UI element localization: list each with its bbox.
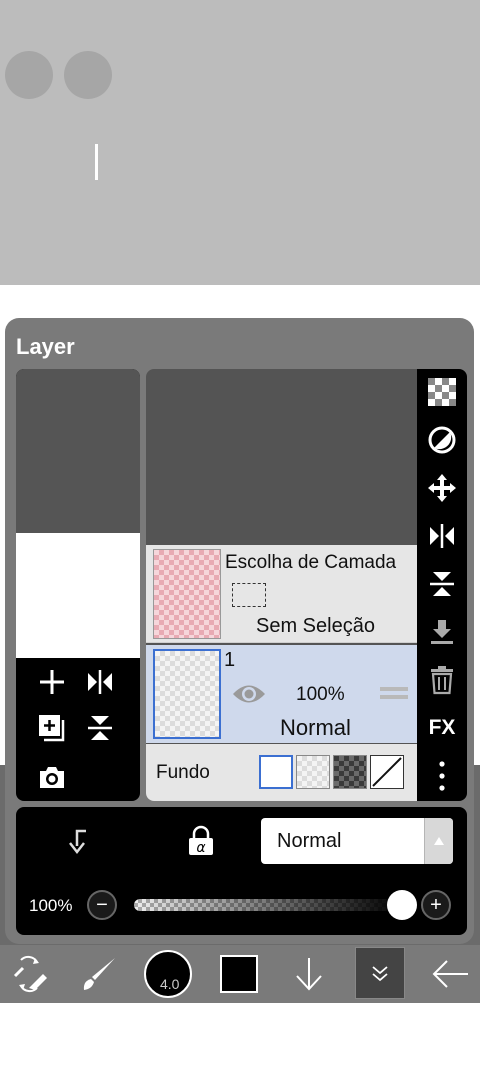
drawing-canvas[interactable] (0, 0, 480, 285)
panel-title: Layer (16, 334, 75, 359)
contrast-circle-icon (428, 426, 456, 454)
clip-to-below-button[interactable] (62, 826, 92, 861)
layer-number: 1 (224, 649, 236, 671)
canvas-stroke (95, 144, 98, 180)
more-vertical-icon (439, 761, 445, 791)
layer-panel-toggle-button[interactable] (355, 947, 405, 999)
move-button[interactable] (422, 468, 462, 508)
background-none-option[interactable] (370, 755, 404, 789)
flip-layer-vertical-button[interactable] (422, 564, 462, 604)
layer-down-button[interactable] (284, 945, 334, 1003)
opacity-decrease-button[interactable]: − (87, 890, 117, 920)
camera-button[interactable] (32, 759, 72, 795)
more-options-button[interactable] (422, 756, 462, 796)
canvas-dot-right (64, 51, 112, 99)
flip-horizontal-icon (88, 670, 112, 694)
flip-vertical-button[interactable] (80, 710, 120, 746)
current-color-swatch (220, 955, 258, 993)
transparency-lock-button[interactable] (422, 372, 462, 412)
canvas-dot-left (5, 51, 53, 99)
svg-text:α: α (196, 840, 206, 856)
blend-mode-dropdown-arrow[interactable] (424, 818, 453, 864)
selection-status: Sem Seleção (256, 615, 375, 637)
double-chevron-down-icon (372, 966, 388, 982)
bottom-toolbar: 4.0 (0, 945, 480, 1003)
alpha-lock-button[interactable]: α (186, 825, 216, 862)
brush-tool-button[interactable] (74, 945, 124, 1003)
eye-icon (233, 685, 265, 703)
visibility-toggle[interactable] (231, 681, 267, 712)
move-arrows-icon (428, 474, 456, 502)
background-dark-option[interactable] (333, 755, 367, 789)
background-row: Fundo (146, 744, 418, 801)
preview-white-area (16, 533, 140, 658)
layer-row[interactable]: 1 100% Normal (146, 645, 418, 743)
fx-button[interactable]: FX (422, 708, 462, 748)
clip-arrow-icon (69, 829, 86, 855)
brush-eraser-swap-icon (13, 955, 47, 993)
brush-size-value: 4.0 (160, 976, 180, 992)
clipping-button[interactable] (422, 420, 462, 460)
blend-mode-bar: α Normal (16, 807, 467, 875)
flip-horizontal-button[interactable] (80, 664, 120, 700)
layer-thumbnail (153, 649, 221, 739)
flip-layer-horizontal-button[interactable] (422, 516, 462, 556)
color-button[interactable] (214, 945, 264, 1003)
arrow-down-icon (296, 958, 322, 991)
brush-size-indicator: 4.0 (144, 950, 192, 998)
preview-dark-area (16, 369, 140, 533)
triangle-up-icon (434, 837, 444, 845)
selection-marquee-icon (232, 583, 266, 607)
duplicate-layer-icon (39, 715, 65, 742)
selection-thumbnail (153, 549, 221, 639)
drag-handle-icon (380, 687, 408, 699)
add-layer-button[interactable] (32, 664, 72, 700)
opacity-slider-thumb[interactable] (387, 890, 417, 920)
merge-down-icon (431, 620, 453, 644)
arrow-left-icon (432, 960, 468, 988)
slash-icon (372, 757, 402, 787)
opacity-value-label: 100% (29, 896, 73, 915)
drag-handle[interactable] (380, 685, 408, 710)
blend-mode-select[interactable]: Normal (261, 818, 453, 864)
selection-layer-row[interactable]: Escolha de Camada Sem Seleção (146, 545, 418, 643)
duplicate-layer-button[interactable] (32, 710, 72, 746)
merge-down-button[interactable] (422, 612, 462, 652)
layer-opacity: 100% (296, 684, 345, 705)
layer-list: Escolha de Camada Sem Seleção 1 100% Nor… (146, 369, 418, 801)
plus-icon (40, 670, 64, 694)
checkerboard-icon (428, 378, 456, 406)
delete-layer-button[interactable] (422, 660, 462, 700)
blend-mode-value: Normal (277, 830, 342, 852)
opacity-bar: 100% − + (16, 875, 467, 935)
layer-panel: Layer Escolha de Camada Sem Seleção 1 10… (5, 318, 474, 944)
flip-vertical-icon (430, 572, 454, 596)
selection-title: Escolha de Camada (225, 552, 397, 573)
background-white-option[interactable] (259, 755, 293, 789)
tool-switch-button[interactable] (4, 945, 54, 1003)
flip-vertical-icon (88, 716, 112, 740)
brush-icon (83, 958, 115, 990)
flip-horizontal-icon (430, 524, 454, 548)
opacity-slider-track[interactable] (134, 899, 402, 911)
background-transparent-option[interactable] (296, 755, 330, 789)
alpha-lock-icon: α (189, 825, 213, 856)
layer-preview-column (16, 369, 140, 801)
layer-side-toolbar: FX (417, 369, 467, 801)
back-button[interactable] (424, 945, 476, 1003)
camera-icon (40, 767, 64, 788)
background-label: Fundo (156, 762, 210, 783)
opacity-increase-button[interactable]: + (421, 890, 451, 920)
trash-icon (431, 666, 453, 695)
layer-blend-mode: Normal (280, 715, 351, 740)
brush-size-button[interactable]: 4.0 (142, 945, 194, 1003)
app-root: Layer Escolha de Camada Sem Seleção 1 10… (0, 0, 480, 1066)
